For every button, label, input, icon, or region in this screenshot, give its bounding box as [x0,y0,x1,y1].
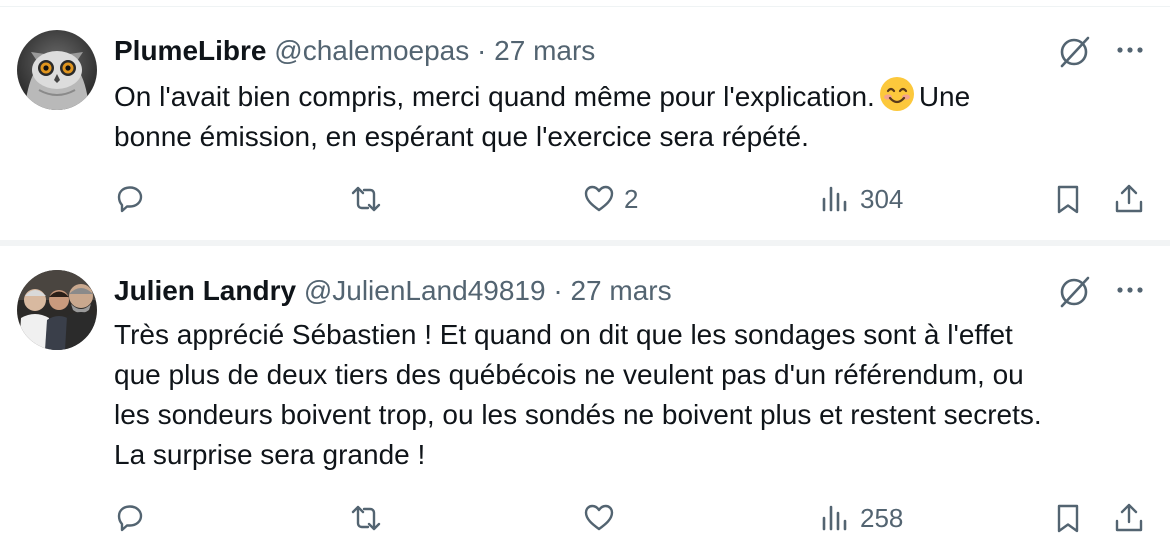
grok-icon-graphic [1060,276,1090,308]
tweet-text-segment: Une [918,81,971,112]
tweet-text-line: La surprise sera grande ! [114,439,426,470]
share-icon [1115,503,1143,532]
reply-button[interactable] [113,498,155,538]
reply-icon [117,505,143,532]
reply-icon [117,186,143,213]
tweet-timestamp[interactable]: 27 mars [494,35,595,66]
views-button[interactable]: 258 [818,498,903,538]
bookmark-button[interactable] [1051,498,1085,538]
share-button[interactable] [1112,179,1146,219]
tweet[interactable]: PlumeLibre @chalemoepas · 27 mars On l'a… [0,8,1170,240]
more-icon-graphic [1117,287,1143,293]
share-icon [1115,184,1143,213]
retweet-button[interactable] [349,498,391,538]
views-count: 304 [860,183,904,214]
grok-icon[interactable] [1055,270,1095,310]
owl-avatar-image [17,30,97,110]
more-icon-graphic [1117,47,1143,53]
views-count: 258 [860,502,904,533]
tweet-timestamp[interactable]: 27 mars [570,275,671,306]
tweet-text-line: que plus de deux tiers des québécois ne … [114,359,1024,390]
tweet-text-line: bonne émission, en espérant que l'exerci… [114,121,809,152]
like-count: 2 [624,183,639,214]
bookmark-icon [1057,504,1079,533]
reply-button[interactable] [113,179,155,219]
views-icon [822,505,847,531]
tweet-header: PlumeLibre @chalemoepas · 27 mars [114,31,595,71]
header-separator: · [477,35,487,66]
tweet-text-line: Très apprécié Sébastien ! Et quand on di… [114,319,1013,350]
tweet-text-line: On l'avait bien compris, merci quand mêm… [114,76,1154,117]
author-handle[interactable]: @chalemoepas [274,35,469,66]
top-divider [0,0,1170,7]
retweet-icon [351,505,381,531]
author-handle[interactable]: @JulienLand49819 [304,275,546,306]
grok-icon[interactable] [1055,30,1095,70]
views-icon [822,186,847,212]
header-separator: · [553,275,563,306]
tweet-header: Julien Landry @JulienLand49819 · 27 mars [114,271,672,311]
author-name[interactable]: Julien Landry [114,275,296,306]
tweet-text-line: les sondeurs boivent trop, ou les sondés… [114,399,1042,430]
heart-icon [584,185,614,212]
share-button[interactable] [1112,498,1146,538]
author-name[interactable]: PlumeLibre [114,35,266,66]
heart-icon [584,504,614,531]
bookmark-button[interactable] [1051,179,1085,219]
like-button[interactable] [582,498,624,538]
smiling-face-emoji-icon [879,76,915,112]
avatar[interactable] [17,30,97,110]
grok-icon-graphic [1060,36,1090,68]
tweet[interactable]: Julien Landry @JulienLand49819 · 27 mars… [0,246,1170,552]
tweet-text-segment: On l'avait bien compris, merci quand mêm… [114,81,875,112]
views-button[interactable]: 304 [818,179,903,219]
tweet-text: On l'avait bien compris, merci quand mêm… [114,76,1154,157]
avatar[interactable] [17,270,97,350]
like-button[interactable]: 2 [582,179,638,219]
bookmark-icon [1057,185,1079,214]
smiling-face-emoji-graphic [879,77,914,111]
group-photo-avatar-image [17,270,97,350]
more-icon[interactable] [1110,30,1150,70]
retweet-button[interactable] [349,179,391,219]
retweet-icon [351,186,381,212]
tweet-text: Très apprécié Sébastien ! Et quand on di… [114,315,1154,475]
more-icon[interactable] [1110,270,1150,310]
